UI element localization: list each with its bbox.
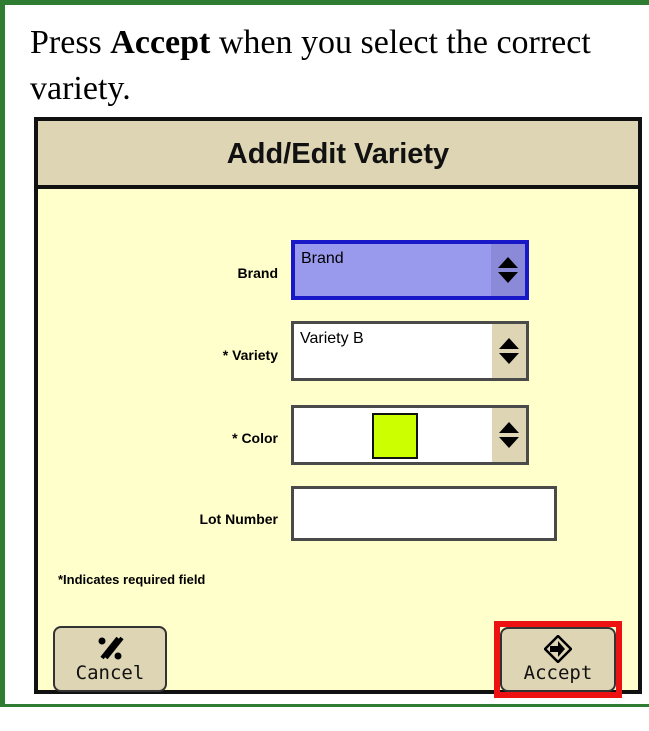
up-down-arrows-icon xyxy=(498,257,518,283)
color-spinner[interactable] xyxy=(492,408,526,462)
up-down-arrows-icon xyxy=(499,422,519,448)
cancel-label: Cancel xyxy=(75,662,145,684)
color-select[interactable] xyxy=(291,405,529,465)
add-edit-variety-dialog: Add/Edit Variety Brand Brand * Variety V… xyxy=(34,117,642,698)
variety-spinner[interactable] xyxy=(492,324,526,378)
accept-label: Accept xyxy=(523,662,593,684)
color-label: * Color xyxy=(232,430,278,446)
dialog-title: Add/Edit Variety xyxy=(38,121,638,189)
accept-arrow-icon xyxy=(544,635,572,663)
accept-button[interactable]: Accept xyxy=(500,627,616,692)
lot-number-input[interactable] xyxy=(291,486,557,541)
brand-spinner[interactable] xyxy=(491,244,525,296)
variety-label: * Variety xyxy=(222,347,278,363)
brand-label: Brand xyxy=(237,265,278,281)
brand-value: Brand xyxy=(301,250,344,267)
instruction-text: Press Accept when you select the correct… xyxy=(30,24,591,107)
cancel-icon xyxy=(98,636,124,660)
up-down-arrows-icon xyxy=(499,338,519,364)
instruction-bold: Accept xyxy=(110,24,211,61)
cancel-button[interactable]: Cancel xyxy=(53,626,167,692)
color-swatch xyxy=(372,413,418,459)
lot-number-label: Lot Number xyxy=(199,511,278,527)
brand-select[interactable]: Brand xyxy=(291,240,529,300)
variety-value: Variety B xyxy=(300,330,364,347)
required-field-note: *Indicates required field xyxy=(58,572,206,587)
variety-select[interactable]: Variety B xyxy=(291,321,529,381)
